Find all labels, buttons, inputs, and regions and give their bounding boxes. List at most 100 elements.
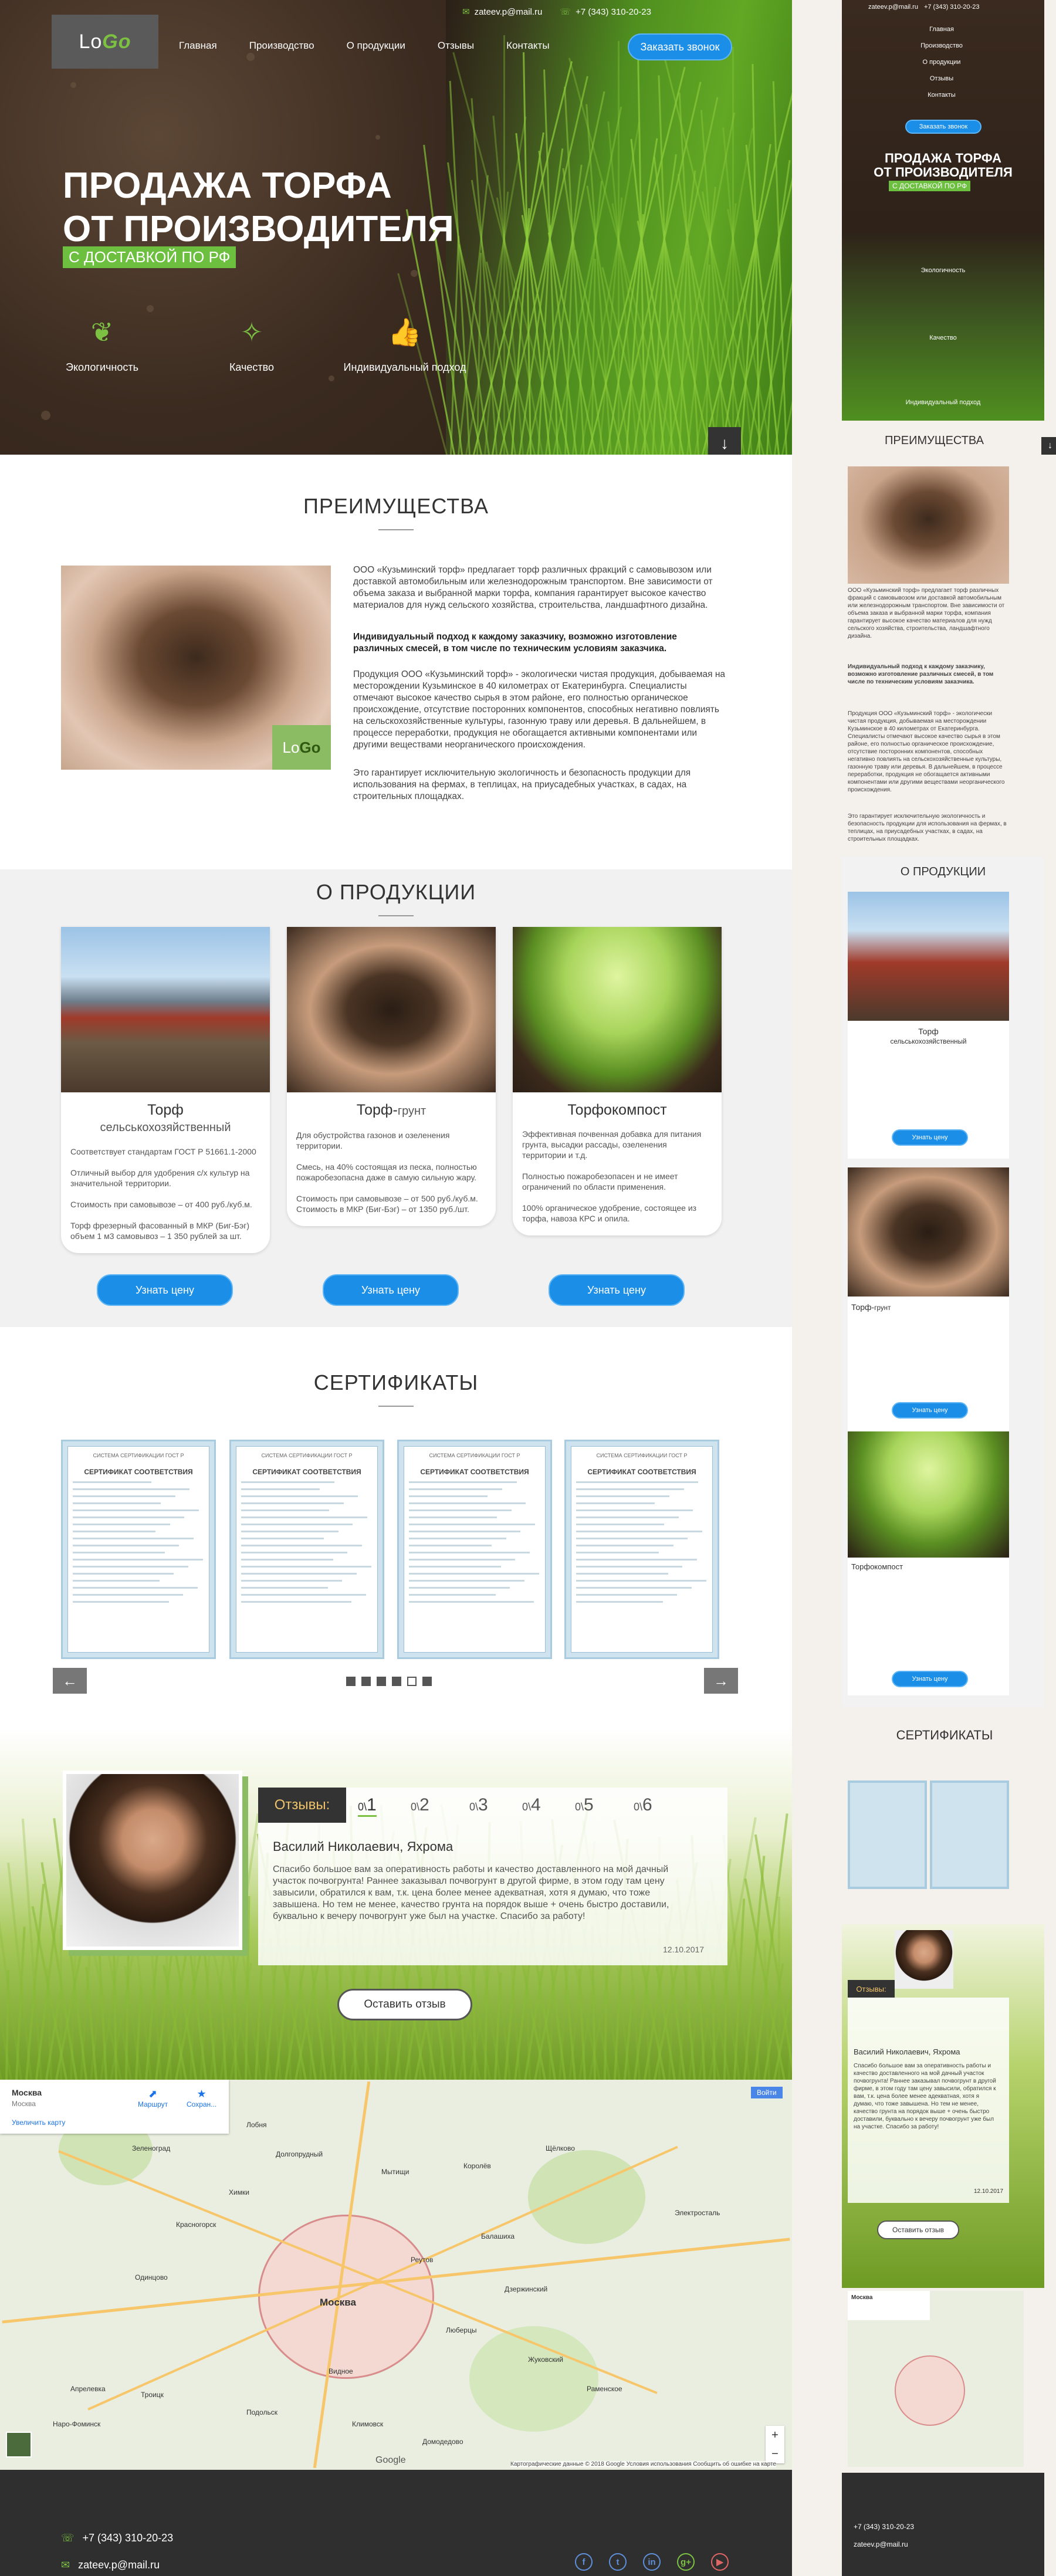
certificate-2[interactable]: СИСТЕМА СЕРТИФИКАЦИИ ГОСТ Р СЕРТИФИКАТ СО… (231, 1441, 383, 1657)
feature-individual-label: Индивидуальный подход (343, 361, 466, 373)
route-button[interactable]: ⬈ Маршрут (138, 2088, 168, 2108)
footer-phone[interactable]: ☏ +7 (343) 310-20-23 (61, 2532, 173, 2544)
map-place-label: Москва (320, 2297, 356, 2308)
certificate-3[interactable]: СИСТЕМА СЕРТИФИКАЦИИ ГОСТ Р СЕРТИФИКАТ СО… (399, 1441, 550, 1657)
twitter-icon[interactable]: t (609, 2553, 627, 2571)
certificate-line (576, 1531, 703, 1532)
slider-dot[interactable] (422, 1677, 432, 1686)
mobile-certificate[interactable] (848, 1780, 927, 1889)
arrow-down-icon: ↓ (1048, 441, 1052, 451)
mobile-price-button[interactable]: Узнать цену (892, 1671, 968, 1687)
nav-item-products[interactable]: О продукции (347, 40, 405, 52)
mobile-layout: zateev.p@mail.ru +7 (343) 310-20-23 Главн… (833, 0, 1056, 2576)
mobile-leave-review-button[interactable]: Оставить отзыв (877, 2220, 959, 2239)
slider-dot[interactable] (377, 1677, 386, 1686)
review-tab-6[interactable]: 0\6 (634, 1795, 652, 1815)
review-tab-num: 6 (642, 1795, 652, 1815)
review-date: 12.10.2017 (663, 1945, 705, 1954)
review-tab-1[interactable]: 0\1 (358, 1795, 377, 1817)
soil-hands-image (848, 1167, 1009, 1297)
mobile-product-compost: Торфокомпост Узнать цену (848, 1431, 1009, 1695)
review-tab-2[interactable]: 0\2 (411, 1795, 429, 1815)
google-map[interactable]: Москва Зеленоград Химки Мытищи Королёв Балаши… (0, 2080, 792, 2470)
map-place-label: Красногорск (176, 2220, 216, 2229)
certificate-line (241, 1552, 348, 1553)
mobile-nav-home[interactable]: Главная (912, 21, 971, 38)
star-icon: ★ (197, 2088, 207, 2100)
thumbs-up-icon: 👍 (388, 317, 422, 347)
sprout-image (848, 1431, 1009, 1558)
nav-item-reviews[interactable]: Отзывы (438, 40, 474, 52)
mobile-map[interactable]: Москва (848, 2291, 1024, 2467)
grass-blade (693, 1965, 720, 2080)
mobile-footer-phone[interactable]: +7 (343) 310-20-23 (854, 2523, 914, 2531)
slider-dot[interactable] (392, 1677, 401, 1686)
quote-icon: 0\ (411, 1801, 420, 1813)
footer-phone-text: +7 (343) 310-20-23 (82, 2532, 174, 2544)
slider-dot[interactable] (346, 1677, 356, 1686)
mobile-advantages-image (848, 466, 1009, 584)
satellite-toggle[interactable] (6, 2432, 32, 2457)
advantages-image: Lo Go (61, 566, 331, 770)
certificate-line (241, 1495, 358, 1497)
enlarge-map-link[interactable]: Увеличить карту (12, 2118, 65, 2127)
certificate-line (241, 1587, 328, 1589)
map-login-button[interactable]: Войти (751, 2087, 783, 2098)
mobile-nav-production[interactable]: Производство (912, 38, 971, 54)
header-email[interactable]: zateev.p@mail.ru (475, 7, 543, 17)
nav-item-home[interactable]: Главная (179, 40, 217, 52)
certificate-1[interactable]: СИСТЕМА СЕРТИФИКАЦИИ ГОСТ Р СЕРТИФИКАТ СО… (63, 1441, 214, 1657)
moscow-area (895, 2355, 965, 2426)
mobile-advantages-p2: Индивидуальный подход к каждому заказчик… (848, 664, 994, 685)
certificate-4[interactable]: СИСТЕМА СЕРТИФИКАЦИИ ГОСТ Р СЕРТИФИКАТ СО… (566, 1441, 717, 1657)
mobile-review-date: 12.10.2017 (974, 2188, 1004, 2195)
mobile-certificate[interactable] (930, 1780, 1009, 1889)
cert-next-button[interactable]: → (704, 1668, 738, 1694)
save-button[interactable]: ★ Сохран... (187, 2088, 216, 2108)
mobile-nav-reviews[interactable]: Отзывы (912, 70, 971, 87)
cert-prev-button[interactable]: ← (53, 1668, 87, 1694)
scroll-down-button[interactable]: ↓ (708, 427, 741, 455)
review-tab-num: 4 (531, 1795, 541, 1815)
price-button-peat[interactable]: Узнать цену (97, 1274, 233, 1306)
mobile-email[interactable]: zateev.p@mail.ru (868, 4, 918, 11)
slider-dot[interactable] (361, 1677, 371, 1686)
price-button-compost[interactable]: Узнать цену (549, 1274, 685, 1306)
nav-item-production[interactable]: Производство (249, 40, 314, 52)
mobile-nav-contacts[interactable]: Контакты (912, 87, 971, 103)
certificate-line (576, 1580, 706, 1582)
mobile-contacts: zateev.p@mail.ru +7 (343) 310-20-23 (868, 4, 979, 11)
review-text: Спасибо большое вам за оперативность раб… (273, 1864, 669, 1921)
review-tab-4[interactable]: 0\4 (522, 1795, 541, 1815)
google-plus-icon[interactable]: g+ (677, 2553, 695, 2571)
zoom-in-button[interactable]: + (766, 2426, 784, 2445)
logo[interactable]: Lo Go (52, 15, 158, 69)
header-phone[interactable]: +7 (343) 310-20-23 (576, 7, 651, 17)
mobile-price-button[interactable]: Узнать цену (892, 1402, 968, 1419)
product-name-main: Торф- (851, 1302, 875, 1312)
review-tab-5[interactable]: 0\5 (575, 1795, 594, 1815)
mobile-scroll-button[interactable]: ↓ (1041, 437, 1056, 455)
mobile-callback-button[interactable]: Заказать звонок (905, 120, 981, 134)
mobile-footer-email[interactable]: zateev.p@mail.ru (854, 2540, 908, 2548)
logo-badge: Lo Go (272, 725, 331, 770)
linkedin-icon[interactable]: in (643, 2553, 661, 2571)
certificate-line (73, 1488, 190, 1490)
review-tab-3[interactable]: 0\3 (469, 1795, 488, 1815)
certificate-line (409, 1509, 512, 1511)
youtube-icon[interactable]: ▶ (711, 2553, 729, 2571)
mobile-phone[interactable]: +7 (343) 310-20-23 (924, 4, 979, 11)
leave-review-button[interactable]: Оставить отзыв (337, 1989, 472, 2020)
map-copyright[interactable]: Картографические данные © 2018 Google Ус… (510, 2461, 776, 2467)
certificate-line (241, 1580, 343, 1582)
footer-email[interactable]: ✉ zateev.p@mail.ru (61, 2559, 160, 2571)
callback-button[interactable]: Заказать звонок (628, 33, 732, 60)
mobile-price-button[interactable]: Узнать цену (892, 1129, 968, 1146)
facebook-icon[interactable]: f (575, 2553, 593, 2571)
map-place-label: Электросталь (675, 2209, 720, 2217)
price-button-soil[interactable]: Узнать цену (323, 1274, 459, 1306)
hero-section: ✉ zateev.p@mail.ru ☏ +7 (343) 310-20-23 Lo… (0, 0, 792, 455)
nav-item-contacts[interactable]: Контакты (506, 40, 549, 52)
mobile-nav-products[interactable]: О продукции (912, 54, 971, 70)
slider-dot-active[interactable] (407, 1677, 417, 1686)
